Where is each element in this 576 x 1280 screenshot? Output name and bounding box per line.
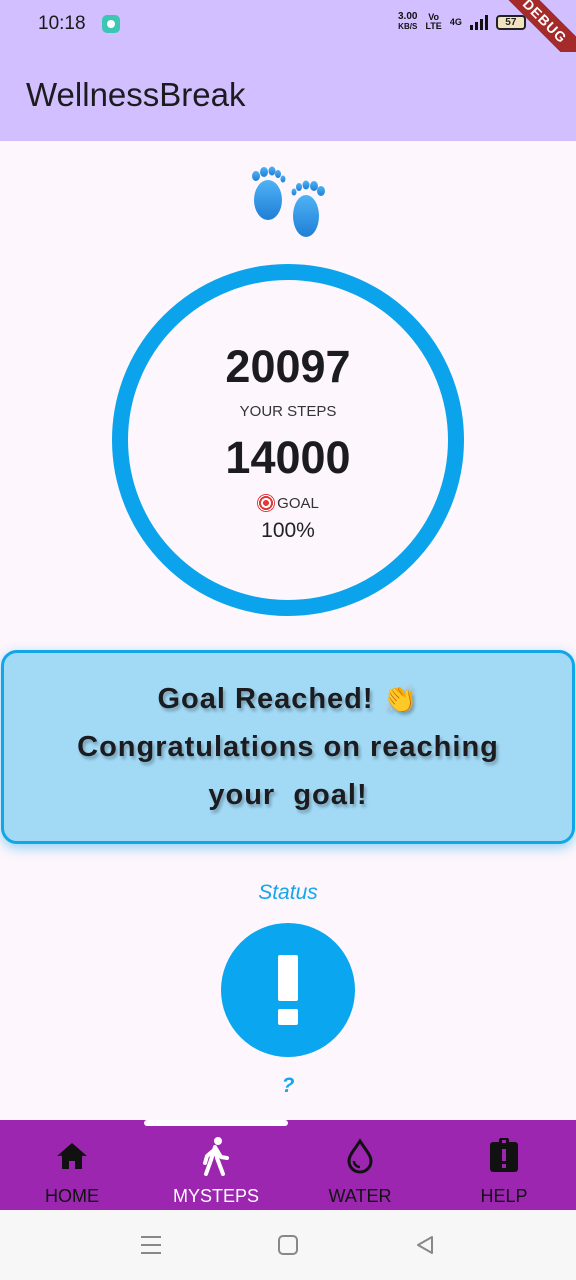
network-speed-unit: KB/S [398, 22, 418, 31]
footprints-icon [252, 166, 325, 237]
nav-item-help[interactable]: HELP [432, 1120, 576, 1210]
nav-label-help: HELP [480, 1186, 528, 1206]
goal-percent: 100% [261, 519, 315, 542]
steps-count: 20097 [225, 341, 351, 392]
goal-reached-card: Goal Reached! 👏 Congratulations on reach… [1, 650, 575, 844]
nav-item-mysteps[interactable]: MYSTEPS [144, 1120, 288, 1210]
status-indicator [221, 923, 355, 1057]
battery-icon: 57 [495, 14, 526, 30]
home-icon [54, 1138, 90, 1174]
nav-active-indicator [144, 1120, 288, 1126]
exclamation-icon [278, 955, 298, 1025]
congrats-message-line1: Congratulations on reaching [77, 731, 499, 763]
network-speed: 3.00 KB/S [398, 12, 417, 32]
network-type: 4G [449, 17, 462, 27]
system-navigation-bar [0, 1210, 576, 1280]
status-indicators: 3.00 KB/S Vo LTE 4G 57 [398, 12, 526, 32]
status-value: ? [281, 1074, 295, 1097]
network-speed-value: 3.00 [398, 11, 418, 22]
signal-icon [469, 14, 488, 30]
target-icon [257, 494, 276, 512]
goal-count: 14000 [225, 432, 351, 483]
menu-icon[interactable] [140, 1234, 162, 1256]
clapping-hands-icon: 👏 [382, 683, 419, 714]
home-square-icon[interactable] [278, 1234, 298, 1256]
bottom-navigation: HOME MYSTEPS WATER HELP [0, 1120, 576, 1210]
nav-item-water[interactable]: WATER [288, 1120, 432, 1210]
help-clipboard-icon [486, 1138, 522, 1174]
app-bar: WellnessBreak [0, 52, 576, 141]
goal-label: GOAL [277, 494, 319, 512]
status-heading: Status [258, 881, 318, 904]
notification-app-icon [102, 15, 120, 33]
walk-icon [198, 1137, 234, 1176]
nav-label-water: WATER [328, 1186, 392, 1206]
goal-label-row: GOAL [0, 494, 576, 512]
back-icon[interactable] [414, 1234, 436, 1256]
volte-bottom: LTE [425, 21, 442, 31]
app-title: WellnessBreak [26, 76, 246, 113]
congrats-message-line2: your goal! [208, 779, 368, 811]
status-time: 10:18 [38, 13, 86, 34]
steps-label: YOUR STEPS [239, 403, 337, 420]
volte-indicator: Vo LTE [425, 13, 441, 31]
status-bar: 10:18 3.00 KB/S Vo LTE 4G 57 DEBUG [0, 0, 576, 75]
congrats-title-row: Goal Reached! 👏 [158, 675, 419, 723]
congrats-title: Goal Reached! [157, 683, 374, 715]
nav-label-home: HOME [45, 1186, 99, 1206]
nav-item-home[interactable]: HOME [0, 1120, 144, 1210]
nav-label-mysteps: MYSTEPS [172, 1186, 260, 1206]
water-drop-icon [342, 1138, 378, 1174]
